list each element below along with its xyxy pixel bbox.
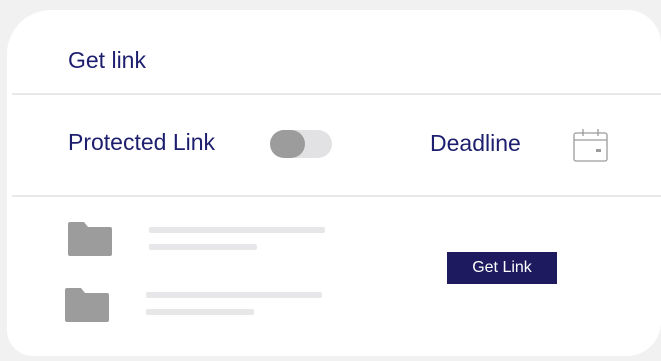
protected-link-toggle[interactable] — [270, 130, 332, 158]
file-meta-placeholder — [146, 309, 254, 315]
panel-title: Get link — [68, 47, 146, 73]
file-meta-placeholder — [149, 244, 257, 250]
folder-icon — [68, 222, 112, 256]
divider — [12, 93, 661, 95]
get-link-panel: Get link Protected Link Deadline Get Lin… — [7, 10, 661, 356]
file-name-placeholder — [149, 227, 325, 233]
file-name-placeholder — [146, 292, 322, 298]
toggle-knob — [270, 130, 305, 158]
divider — [12, 195, 661, 197]
calendar-icon[interactable] — [573, 128, 608, 162]
deadline-label: Deadline — [430, 130, 521, 156]
protected-link-label: Protected Link — [68, 129, 216, 155]
get-link-button[interactable]: Get Link — [447, 252, 557, 284]
folder-icon — [65, 288, 109, 322]
